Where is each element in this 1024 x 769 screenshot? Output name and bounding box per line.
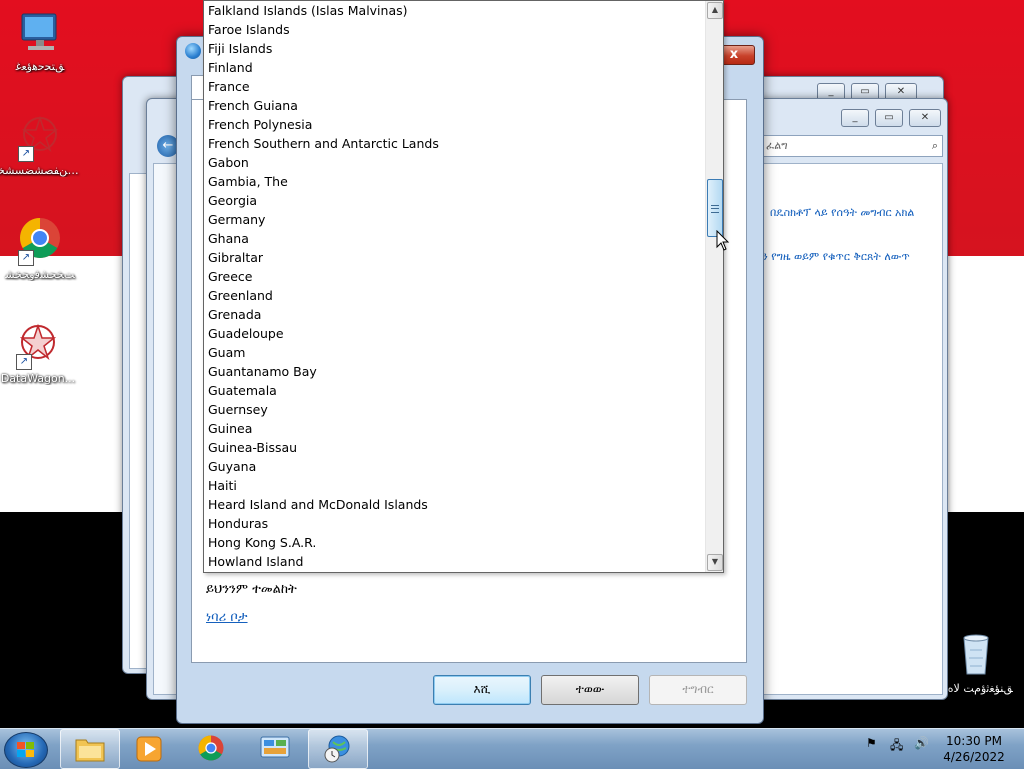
country-option[interactable]: Ghana (204, 229, 706, 248)
shortcut-arrow-icon: ↗ (16, 354, 32, 370)
taskbar-explorer[interactable] (60, 729, 120, 769)
default-location-link[interactable]: ነባሪ ቦታ (206, 610, 248, 625)
country-option[interactable]: Honduras (204, 514, 706, 533)
dropdown-scrollbar[interactable]: ▲ ▼ (705, 1, 723, 572)
country-option[interactable]: Hong Kong S.A.R. (204, 533, 706, 552)
country-option[interactable]: Guantanamo Bay (204, 362, 706, 381)
country-option[interactable]: Guinea-Bissau (204, 438, 706, 457)
maximize-button[interactable]: ▭ (875, 109, 903, 127)
country-option[interactable]: Greece (204, 267, 706, 286)
country-option[interactable]: Howland Island (204, 552, 706, 571)
cancel-button[interactable]: ተወው (541, 675, 639, 705)
desktop-icon-label: ﻖﺘﺤﺣﻫؤﻌﻏ (15, 60, 65, 73)
taskbar-chrome[interactable] (182, 729, 240, 767)
country-option[interactable]: Fiji Islands (204, 39, 706, 58)
taskbar-control-panel[interactable] (246, 729, 304, 767)
country-option[interactable]: Guinea (204, 419, 706, 438)
clock-date: 4/26/2022 (943, 750, 1005, 764)
mouse-cursor-icon (716, 230, 730, 251)
network-icon[interactable]: 🖧 (890, 736, 903, 757)
folder-icon (75, 739, 105, 762)
taskbar-region-dialog[interactable] (308, 729, 368, 769)
desktop-icon-datawagon[interactable]: ↗ DataWagon... (0, 320, 80, 385)
clock[interactable]: 10:30 PM 4/26/2022 (936, 733, 1012, 765)
country-option[interactable]: French Southern and Antarctic Lands (204, 134, 706, 153)
media-player-icon (136, 736, 162, 762)
shortcut-arrow-icon: ↗ (18, 146, 34, 162)
country-option[interactable]: Guernsey (204, 400, 706, 419)
chrome-icon: ↗ (16, 216, 64, 266)
windows-logo-icon (17, 742, 34, 757)
action-center-icon[interactable]: ⚑ (866, 736, 877, 750)
country-option[interactable]: Guyana (204, 457, 706, 476)
start-button[interactable] (4, 732, 48, 768)
country-option[interactable]: Gambia, The (204, 172, 706, 191)
desktop-icon-computer[interactable]: ﻖﺘﺤﺣﻫؤﻌﻏ (0, 8, 82, 73)
country-option[interactable]: French Polynesia (204, 115, 706, 134)
globe-clock-icon (324, 735, 350, 763)
scroll-down-arrow-icon[interactable]: ▼ (707, 554, 723, 571)
close-button[interactable]: ✕ (909, 109, 941, 127)
country-option[interactable]: Haiti (204, 476, 706, 495)
change-time-format-link[interactable]: ን የግዜ ወይም የቁጥር ቅርጸት ለውጥ (762, 250, 910, 264)
country-option[interactable]: Germany (204, 210, 706, 229)
datawagon-icon: ↗ (14, 320, 62, 370)
app-logo-icon: ↗ (16, 112, 64, 162)
country-option[interactable]: French Guiana (204, 96, 706, 115)
search-placeholder: ፈልግ (766, 139, 788, 152)
country-option[interactable]: Grenada (204, 305, 706, 324)
control-panel-sidebar (153, 163, 177, 695)
country-option[interactable]: Guatemala (204, 381, 706, 400)
desktop-icon-app-shortcut[interactable]: ↗ يسنﻔﺼﺸﻀﺴﺸﺨ... (0, 112, 82, 177)
add-clock-gadget-link[interactable]: በዴስክቶፕ ላይ የሰዓት መግብር አክል (770, 206, 914, 220)
country-option[interactable]: Gibraltar (204, 248, 706, 267)
country-option[interactable]: Georgia (204, 191, 706, 210)
country-option[interactable]: Heard Island and McDonald Islands (204, 495, 706, 514)
taskbar-media-player[interactable] (120, 729, 178, 767)
shortcut-arrow-icon: ↗ (18, 250, 34, 266)
volume-icon[interactable]: 🔊 (914, 736, 929, 750)
desktop-icon-label: ﺖﺨﺤﺸﻓوﺤﺨﺸ (5, 268, 75, 281)
globe-icon (185, 43, 201, 59)
country-option[interactable]: Guam (204, 343, 706, 362)
control-panel-content: በዴስክቶፕ ላይ የሰዓት መግብር አክል ን የግዜ ወይም የቁጥር ቅ… (761, 163, 943, 695)
control-panel-icon (260, 736, 290, 758)
country-option[interactable]: Guadeloupe (204, 324, 706, 343)
country-dropdown-list[interactable]: Falkland Islands (Islas Malvinas) Faroe I… (203, 0, 724, 573)
desktop-icon-label: DataWagon... (0, 372, 76, 385)
search-box[interactable]: ፈልግ ⌕ (761, 135, 943, 157)
country-option[interactable]: Faroe Islands (204, 20, 706, 39)
country-option[interactable]: France (204, 77, 706, 96)
search-icon: ⌕ (931, 139, 938, 152)
ok-button[interactable]: እሺ (433, 675, 531, 705)
minimize-button[interactable]: _ (841, 109, 869, 127)
desktop-icon-chrome[interactable]: ↗ ﺖﺨﺤﺸﻓوﺤﺨﺸ (0, 216, 82, 281)
recycle-bin-icon (952, 630, 1000, 678)
country-option[interactable]: Gabon (204, 153, 706, 172)
country-list: Falkland Islands (Islas Malvinas) Faroe I… (204, 1, 706, 571)
scroll-up-arrow-icon[interactable]: ▲ (707, 2, 723, 19)
computer-icon (16, 8, 64, 56)
grip-icon (711, 205, 719, 213)
country-option[interactable]: Falkland Islands (Islas Malvinas) (204, 1, 706, 20)
apply-button[interactable]: ተግብር (649, 675, 747, 705)
scroll-thumb[interactable] (707, 179, 723, 237)
chrome-icon (198, 735, 224, 761)
clock-time: 10:30 PM (946, 734, 1002, 748)
country-option[interactable]: Finland (204, 58, 706, 77)
desktop-icon-label: يسنﻔﺼﺸﻀﺴﺸﺨ... (0, 164, 82, 177)
see-also-label: ይህንንም ተመልከት (206, 582, 297, 597)
country-option[interactable]: Greenland (204, 286, 706, 305)
